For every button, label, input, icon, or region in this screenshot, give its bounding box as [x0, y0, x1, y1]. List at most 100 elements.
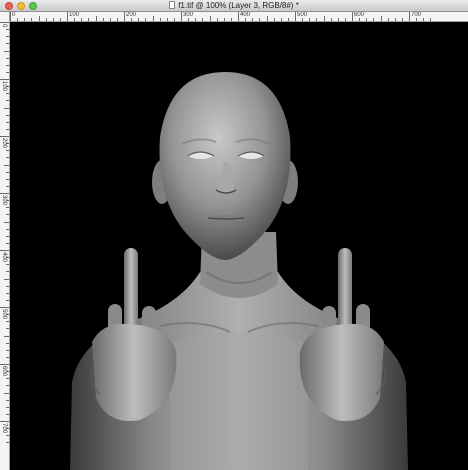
- ruler-tick: [102, 18, 104, 21]
- ruler-label: 600: [1, 366, 7, 377]
- document-title: f1.tif @ 100% (Layer 3, RGB/8#) *: [178, 1, 299, 10]
- ruler-tick: [4, 164, 9, 166]
- ruler-tick: [0, 364, 9, 365]
- ruler-tick: [6, 321, 9, 323]
- ruler-tick: [74, 18, 76, 21]
- ruler-label: 700: [411, 12, 422, 18]
- ruler-tick: [6, 271, 9, 273]
- ruler-tick: [6, 114, 9, 116]
- ruler-tick: [259, 18, 261, 21]
- ruler-label: 400: [1, 252, 7, 263]
- ruler-tick: [6, 285, 9, 287]
- ruler-tick: [6, 171, 9, 173]
- ruler-tick: [109, 18, 111, 21]
- ruler-tick: [6, 442, 9, 444]
- ruler-tick: [4, 221, 9, 223]
- vertical-ruler[interactable]: 0 100 200 300 400 500 600 700: [0, 12, 10, 470]
- document-canvas[interactable]: [10, 22, 468, 470]
- ruler-tick: [6, 93, 9, 95]
- ruler-tick: [323, 16, 325, 21]
- ruler-label: 300: [1, 195, 7, 206]
- ruler-tick: [344, 18, 346, 21]
- ruler-tick: [6, 228, 9, 230]
- ruler-tick: [295, 12, 296, 21]
- ruler-tick: [6, 413, 9, 415]
- ruler-tick: [24, 18, 26, 21]
- ruler-tick: [6, 328, 9, 330]
- ruler-tick: [6, 36, 9, 38]
- ruler-tick: [337, 18, 339, 21]
- ruler-tick: [67, 12, 68, 21]
- ruler-tick: [52, 18, 54, 21]
- ruler-tick: [416, 18, 418, 21]
- ruler-tick: [394, 18, 396, 21]
- ruler-tick: [6, 292, 9, 294]
- ruler-tick: [124, 12, 125, 21]
- ruler-tick: [159, 18, 161, 21]
- ruler-tick: [309, 18, 311, 21]
- right-hand: [299, 248, 386, 422]
- ruler-tick: [409, 12, 410, 21]
- ruler-tick: [6, 100, 9, 102]
- ruler-tick: [4, 335, 9, 337]
- ruler-tick: [152, 16, 154, 21]
- ruler-tick: [0, 193, 9, 194]
- ruler-tick: [6, 207, 9, 209]
- ruler-tick: [6, 385, 9, 387]
- ruler-tick: [6, 399, 9, 401]
- ruler-tick: [252, 18, 254, 21]
- ruler-tick: [0, 22, 9, 23]
- ruler-label: 400: [240, 12, 251, 18]
- horizontal-ruler[interactable]: 0 100 200 300 400 500 600 700: [10, 12, 468, 22]
- ruler-tick: [6, 342, 9, 344]
- ruler-tick: [0, 136, 9, 137]
- ruler-tick: [4, 107, 9, 109]
- ruler-tick: [59, 18, 61, 21]
- ruler-label: 500: [1, 309, 7, 320]
- ruler-tick: [173, 18, 175, 21]
- ruler-tick: [0, 307, 9, 308]
- ruler-tick: [6, 150, 9, 152]
- ruler-tick: [387, 18, 389, 21]
- ruler-tick: [6, 185, 9, 187]
- ruler-tick: [138, 18, 140, 21]
- ruler-tick: [0, 79, 9, 80]
- ruler-tick: [188, 18, 190, 21]
- ruler-tick: [6, 43, 9, 45]
- ruler-tick: [195, 18, 197, 21]
- ruler-tick: [380, 16, 382, 21]
- ruler-tick: [273, 18, 275, 21]
- ruler-tick: [330, 18, 332, 21]
- ruler-tick: [216, 18, 218, 21]
- ruler-tick: [166, 18, 168, 21]
- ruler-tick: [6, 64, 9, 66]
- ruler-tick: [31, 18, 33, 21]
- ruler-tick: [6, 57, 9, 59]
- ruler-label: 100: [69, 12, 80, 18]
- ruler-tick: [6, 264, 9, 266]
- ruler-label: 500: [297, 12, 308, 18]
- ruler-tick: [4, 50, 9, 52]
- rendered-figure-image: [70, 72, 408, 470]
- ruler-tick: [0, 250, 9, 251]
- document-title-wrap: f1.tif @ 100% (Layer 3, RGB/8#) *: [0, 0, 468, 12]
- ruler-tick: [302, 18, 304, 21]
- title-bar[interactable]: f1.tif @ 100% (Layer 3, RGB/8#) *: [0, 0, 468, 12]
- ruler-tick: [6, 349, 9, 351]
- ruler-label: 0: [12, 12, 16, 18]
- ruler-tick: [230, 18, 232, 21]
- document-icon: [169, 1, 176, 9]
- ruler-tick: [238, 12, 239, 21]
- ruler-tick: [316, 18, 318, 21]
- ruler-tick: [0, 421, 9, 422]
- ruler-tick: [6, 29, 9, 31]
- ruler-label: 700: [1, 423, 7, 434]
- ruler-label: 600: [354, 12, 365, 18]
- ruler-tick: [373, 18, 375, 21]
- ruler-tick: [352, 12, 353, 21]
- ruler-tick: [38, 16, 40, 21]
- ruler-tick: [10, 12, 11, 21]
- ruler-tick: [116, 18, 118, 21]
- ruler-tick: [131, 18, 133, 21]
- ruler-tick: [209, 16, 211, 21]
